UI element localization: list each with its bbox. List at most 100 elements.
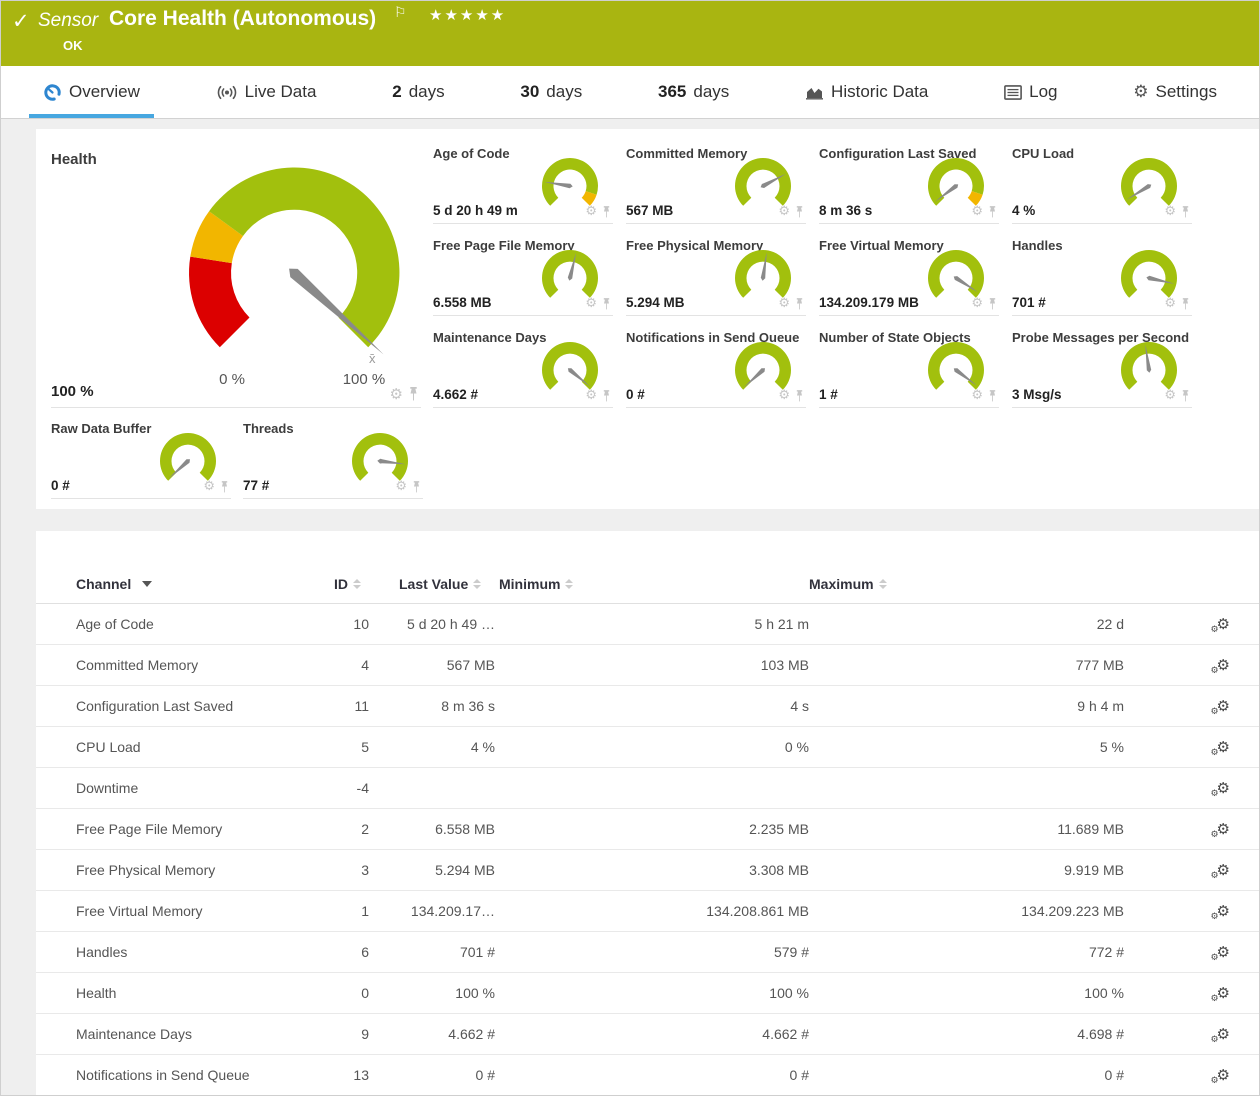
gear-icon[interactable]: ⚙ — [585, 297, 597, 310]
pin-icon[interactable] — [602, 206, 611, 218]
tile-actions: ⚙ — [585, 389, 611, 402]
gauge-tile-cpu-load[interactable]: CPU Load 4 % ⚙ — [1012, 141, 1192, 224]
pin-icon[interactable] — [988, 206, 997, 218]
gauge-tile-age-of-code[interactable]: Age of Code 5 d 20 h 49 m ⚙ — [433, 141, 613, 224]
cell-channel: Handles — [36, 932, 334, 973]
gear-icon[interactable]: ⚙ — [778, 205, 790, 218]
channel-settings-icon[interactable]: ⚙⚙ — [1217, 902, 1230, 920]
cell-last-value: 134.209.17… — [379, 891, 499, 932]
gauge-tile-number-of-state-objects[interactable]: Number of State Objects 1 # ⚙ — [819, 325, 999, 408]
pin-icon[interactable] — [795, 390, 804, 402]
prtg-sensor-page: ✓ Sensor Core Health (Autonomous) ⚐ ★★★★… — [0, 0, 1260, 1096]
gear-icon[interactable]: ⚙ — [1164, 297, 1176, 310]
channel-settings-icon[interactable]: ⚙⚙ — [1217, 943, 1230, 961]
tab-live-data[interactable]: Live Data — [202, 66, 331, 118]
cell-id: -4 — [334, 768, 379, 809]
gauge-tile-probe-messages-per-second[interactable]: Probe Messages per Second 3 Msg/s ⚙ — [1012, 325, 1192, 408]
gauge-tile-threads[interactable]: Threads 77 # ⚙ — [243, 416, 423, 499]
cell-id: 1 — [334, 891, 379, 932]
cell-last-value: 4 % — [379, 727, 499, 768]
gauge-value: 1 # — [819, 387, 838, 402]
tab-365-days[interactable]: 365 days — [644, 66, 743, 118]
gauge-tile-configuration-last-saved[interactable]: Configuration Last Saved 8 m 36 s ⚙ — [819, 141, 999, 224]
cell-minimum: 2.235 MB — [499, 809, 809, 850]
pin-icon[interactable] — [220, 481, 229, 493]
sensor-status-band: ✓ Sensor Core Health (Autonomous) ⚐ ★★★★… — [1, 1, 1259, 66]
tab-30-days[interactable]: 30 days — [506, 66, 596, 118]
tab-log[interactable]: Log — [990, 66, 1071, 118]
gauge-value: 5 d 20 h 49 m — [433, 203, 518, 218]
gauge-tile-raw-data-buffer[interactable]: Raw Data Buffer 0 # ⚙ — [51, 416, 231, 499]
gear-icon[interactable]: ⚙ — [1164, 389, 1176, 402]
pin-icon[interactable] — [602, 298, 611, 310]
channel-settings-icon[interactable]: ⚙⚙ — [1217, 615, 1230, 633]
pin-icon[interactable] — [988, 390, 997, 402]
cell-maximum: 9 h 4 m — [809, 686, 1124, 727]
gauge-tile-free-page-file-memory[interactable]: Free Page File Memory 6.558 MB ⚙ — [433, 233, 613, 316]
channel-settings-icon[interactable]: ⚙⚙ — [1217, 1066, 1230, 1084]
pin-icon[interactable] — [602, 390, 611, 402]
pin-icon[interactable] — [795, 206, 804, 218]
gauge-tile-maintenance-days[interactable]: Maintenance Days 4.662 # ⚙ — [433, 325, 613, 408]
tab-2-days[interactable]: 2 days — [378, 66, 458, 118]
table-row: Handles 6 701 # 579 # 772 # ⚙⚙ — [36, 932, 1260, 973]
table-row: Health 0 100 % 100 % 100 % ⚙⚙ — [36, 973, 1260, 1014]
gear-icon[interactable]: ⚙ — [203, 480, 215, 493]
gear-icon[interactable]: ⚙ — [971, 389, 983, 402]
column-header-channel[interactable]: Channel — [36, 565, 334, 604]
gear-icon[interactable]: ⚙ — [971, 297, 983, 310]
gauge-tile-free-physical-memory[interactable]: Free Physical Memory 5.294 MB ⚙ — [626, 233, 806, 316]
gear-icon[interactable]: ⚙ — [390, 388, 403, 401]
cell-maximum: 777 MB — [809, 645, 1124, 686]
column-header-minimum[interactable]: Minimum — [499, 565, 809, 604]
pin-icon[interactable] — [1181, 298, 1190, 310]
channel-settings-icon[interactable]: ⚙⚙ — [1217, 984, 1230, 1002]
gear-icon[interactable]: ⚙ — [971, 205, 983, 218]
cell-minimum — [499, 768, 809, 809]
gear-icon[interactable]: ⚙ — [395, 480, 407, 493]
channel-settings-icon[interactable]: ⚙⚙ — [1217, 697, 1230, 715]
column-header-maximum[interactable]: Maximum — [809, 565, 1124, 604]
cell-minimum: 5 h 21 m — [499, 604, 809, 645]
cell-last-value: 4.662 # — [379, 1014, 499, 1055]
cell-maximum: 22 d — [809, 604, 1124, 645]
gear-icon[interactable]: ⚙ — [585, 205, 597, 218]
gauge-tile-free-virtual-memory[interactable]: Free Virtual Memory 134.209.179 MB ⚙ — [819, 233, 999, 316]
channel-settings-icon[interactable]: ⚙⚙ — [1217, 656, 1230, 674]
cell-id: 13 — [334, 1055, 379, 1096]
pin-icon[interactable] — [1181, 206, 1190, 218]
column-header-last-value[interactable]: Last Value — [379, 565, 499, 604]
tile-actions: ⚙ — [1164, 389, 1190, 402]
pin-icon[interactable] — [795, 298, 804, 310]
channel-settings-icon[interactable]: ⚙⚙ — [1217, 861, 1230, 879]
tab-overview[interactable]: Overview — [29, 66, 154, 118]
priority-stars[interactable]: ★★★★★ — [429, 6, 506, 24]
table-row: Configuration Last Saved 11 8 m 36 s 4 s… — [36, 686, 1260, 727]
cell-channel: Configuration Last Saved — [36, 686, 334, 727]
channel-settings-icon[interactable]: ⚙⚙ — [1217, 779, 1230, 797]
gear-icon[interactable]: ⚙ — [1164, 205, 1176, 218]
channel-settings-icon[interactable]: ⚙⚙ — [1217, 820, 1230, 838]
tile-actions: ⚙ — [395, 480, 421, 493]
gauge-title: Raw Data Buffer — [51, 421, 151, 436]
channel-settings-icon[interactable]: ⚙⚙ — [1217, 1025, 1230, 1043]
gauge-tile-committed-memory[interactable]: Committed Memory 567 MB ⚙ — [626, 141, 806, 224]
pin-icon[interactable] — [408, 387, 419, 401]
gear-icon[interactable]: ⚙ — [585, 389, 597, 402]
column-header-id[interactable]: ID — [334, 565, 379, 604]
pin-icon[interactable] — [412, 481, 421, 493]
gear-icon[interactable]: ⚙ — [778, 297, 790, 310]
health-gauge-tile[interactable]: Health x̄ 0 % 100 % 100 % ⚙ — [51, 141, 421, 408]
pin-icon[interactable] — [1181, 390, 1190, 402]
gauge-tile-notifications-in-send-queue[interactable]: Notifications in Send Queue 0 # ⚙ — [626, 325, 806, 408]
cell-id: 5 — [334, 727, 379, 768]
gauge-tile-handles[interactable]: Handles 701 # ⚙ — [1012, 233, 1192, 316]
pin-icon[interactable] — [988, 298, 997, 310]
tab-historic-data[interactable]: Historic Data — [791, 66, 942, 118]
gauge-value: 0 # — [51, 478, 70, 493]
channel-table-panel: Channel ID Last Value Minimum Maximum Ag… — [36, 531, 1260, 1096]
channel-settings-icon[interactable]: ⚙⚙ — [1217, 738, 1230, 756]
flag-icon[interactable]: ⚐ — [394, 5, 407, 21]
tab-settings[interactable]: ⚙ Settings — [1119, 66, 1231, 118]
gear-icon[interactable]: ⚙ — [778, 389, 790, 402]
